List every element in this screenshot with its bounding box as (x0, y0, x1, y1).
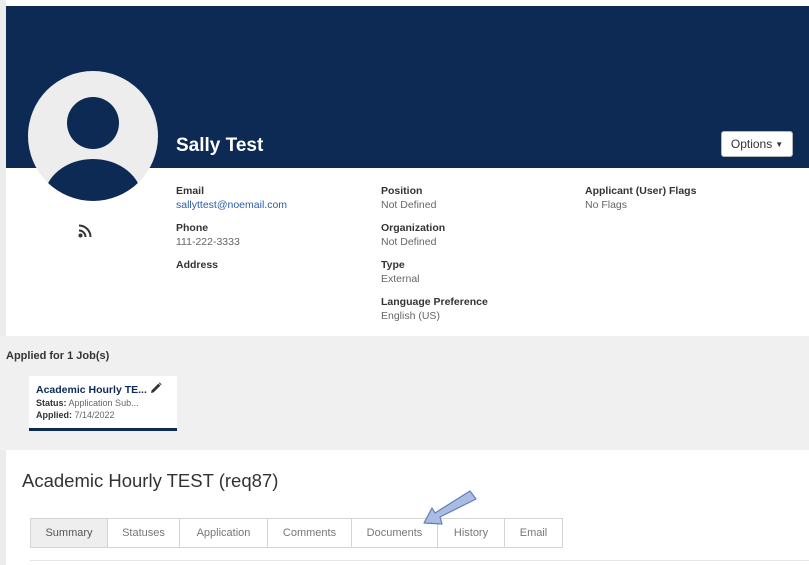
job-card-status: Status: Application Sub... (36, 398, 139, 408)
flags-label: Applicant (User) Flags (585, 185, 697, 197)
rss-icon[interactable] (78, 224, 92, 238)
applied-value: 7/14/2022 (74, 410, 115, 420)
status-label: Status: (36, 398, 67, 408)
address-label: Address (176, 259, 219, 271)
annotation-arrow-icon (423, 490, 477, 525)
applied-jobs-title: Applied for 1 Job(s) (6, 350, 110, 362)
position-value: Not Defined (381, 199, 437, 211)
applicant-profile-page: Sally Test Options ▼ Email sallyttest@no… (0, 0, 809, 565)
status-value: Application Sub... (68, 398, 139, 408)
organization-label: Organization (381, 222, 446, 234)
language-label: Language Preference (381, 296, 488, 308)
requisition-tabs: Summary Statuses Application Comments Do… (30, 518, 563, 548)
tab-comments[interactable]: Comments (268, 518, 352, 548)
user-avatar-icon (28, 71, 158, 201)
phone-value: 111-222-3333 (176, 236, 240, 248)
type-label: Type (381, 259, 405, 271)
position-label: Position (381, 185, 423, 197)
tab-content-divider (30, 560, 809, 561)
type-value: External (381, 273, 420, 285)
tab-statuses[interactable]: Statuses (108, 518, 180, 548)
applied-label: Applied: (36, 410, 72, 420)
job-application-card[interactable]: Academic Hourly TE... Status: Applicatio… (29, 376, 177, 431)
job-card-title[interactable]: Academic Hourly TE... (36, 384, 147, 396)
tab-summary[interactable]: Summary (30, 518, 108, 548)
phone-label: Phone (176, 222, 209, 234)
language-value: English (US) (381, 310, 440, 322)
tab-application[interactable]: Application (180, 518, 268, 548)
organization-value: Not Defined (381, 236, 437, 248)
tab-email[interactable]: Email (505, 518, 563, 548)
pencil-icon[interactable] (150, 382, 162, 394)
job-card-applied: Applied: 7/14/2022 (36, 410, 115, 420)
flags-value: No Flags (585, 199, 628, 211)
email-label: Email (176, 185, 205, 197)
options-button[interactable]: Options ▼ (721, 131, 793, 157)
email-value[interactable]: sallyttest@noemail.com (176, 199, 287, 211)
requisition-title: Academic Hourly TEST (req87) (22, 470, 279, 491)
caret-down-icon: ▼ (775, 139, 784, 149)
options-label: Options (730, 137, 773, 151)
applicant-name: Sally Test (176, 135, 264, 156)
